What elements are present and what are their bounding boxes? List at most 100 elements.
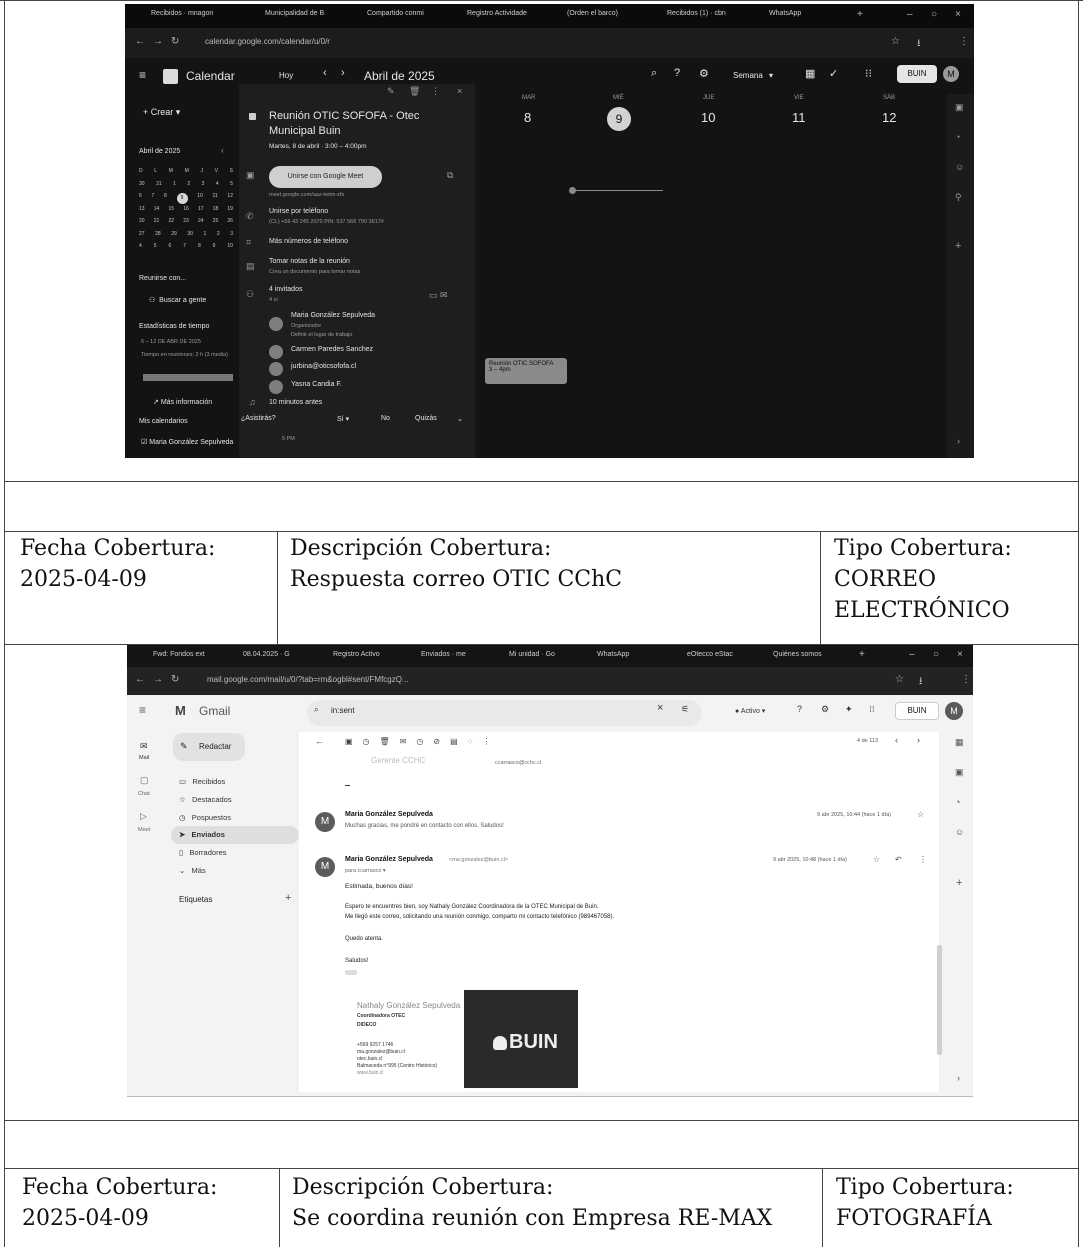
- maps-pin-icon[interactable]: ⚲: [955, 192, 962, 203]
- help-icon[interactable]: ?: [674, 67, 680, 79]
- edit-icon[interactable]: ✎: [387, 86, 395, 97]
- mini-day[interactable]: 6: [168, 243, 171, 256]
- join-meet-button[interactable]: Unirse con Google Meet: [269, 166, 382, 188]
- add-label-icon[interactable]: +: [285, 892, 291, 904]
- rsvp-no-button[interactable]: No: [381, 415, 390, 422]
- nav-item-starred[interactable]: ☆ Destacados: [179, 795, 232, 804]
- signature-email[interactable]: ma.gonzalez@buin.cl: [357, 1049, 405, 1055]
- event-chip[interactable]: Reunión OTIC SOFOFA 3 – 4pm: [485, 358, 567, 384]
- mini-day[interactable]: 30: [139, 181, 145, 194]
- mini-day[interactable]: 4: [216, 181, 219, 194]
- mini-day[interactable]: 26: [227, 218, 233, 231]
- today-button[interactable]: Hoy: [279, 71, 293, 80]
- keep-icon[interactable]: ▣: [955, 102, 964, 113]
- my-calendar-item[interactable]: ☑ Maria González Sepulveda: [141, 438, 233, 446]
- chat-rail-icon[interactable]: ▢: [140, 775, 149, 786]
- browser-tab[interactable]: Quiénes somos: [773, 651, 822, 658]
- help-icon[interactable]: ?: [797, 704, 802, 714]
- browser-tab[interactable]: eOtecco eStac: [687, 651, 733, 658]
- mail-rail-icon[interactable]: ✉: [140, 741, 148, 752]
- show-trimmed-button[interactable]: [345, 970, 357, 975]
- browser-tab[interactable]: Recibidos · mnagon: [151, 10, 213, 17]
- mini-day[interactable]: 14: [154, 206, 160, 219]
- search-options-icon[interactable]: ⚟: [681, 704, 689, 715]
- browser-tab[interactable]: (Orden el barco): [567, 10, 618, 17]
- calendar-addon-icon[interactable]: ▦: [955, 737, 964, 748]
- mini-day[interactable]: 19: [227, 206, 233, 219]
- notes-title[interactable]: Tomar notas de la reunión: [269, 258, 350, 265]
- meet-link[interactable]: meet.google.com/aaz-ketm-xfs: [269, 192, 344, 198]
- browser-tab[interactable]: Registro Activo: [333, 651, 380, 658]
- mini-day[interactable]: 17: [198, 206, 204, 219]
- maximize-icon[interactable]: ○: [933, 649, 939, 660]
- apps-grid-icon[interactable]: ⁝⁝: [869, 704, 875, 715]
- more-info-link[interactable]: ↗ Más información: [153, 398, 212, 406]
- rsvp-maybe-button[interactable]: Quizás: [415, 415, 437, 422]
- browser-tab[interactable]: WhatsApp: [597, 651, 629, 658]
- copy-icon[interactable]: ⧉: [447, 170, 453, 181]
- mini-day[interactable]: 7: [183, 243, 186, 256]
- create-button[interactable]: + Crear ▾: [143, 107, 180, 118]
- minimize-icon[interactable]: –: [909, 649, 915, 660]
- rsvp-yes-button[interactable]: Sí ▾: [337, 415, 349, 423]
- back-to-list-icon[interactable]: ←: [315, 736, 324, 746]
- mini-day[interactable]: 13: [139, 206, 145, 219]
- mini-day[interactable]: 8: [198, 243, 201, 256]
- mini-day[interactable]: 18: [213, 206, 219, 219]
- signature-site[interactable]: otec.buin.cl: [357, 1056, 382, 1062]
- back-arrow-icon[interactable]: ←: [135, 674, 145, 685]
- tasks-icon[interactable]: ◔: [955, 132, 960, 142]
- mini-day[interactable]: 31: [156, 181, 162, 194]
- nav-item-drafts[interactable]: ▯ Borradores: [179, 848, 227, 857]
- calendar-view-icon[interactable]: ▦: [805, 67, 815, 80]
- contacts-addon-icon[interactable]: ☺: [955, 827, 964, 837]
- close-window-icon[interactable]: ×: [955, 9, 961, 20]
- email-guests-icon[interactable]: ▭ ✉: [429, 290, 448, 301]
- forward-arrow-icon[interactable]: →: [153, 36, 163, 47]
- nav-item-inbox[interactable]: ▭ Recibidos: [179, 777, 225, 786]
- mini-day[interactable]: 12: [227, 193, 233, 206]
- browser-tab[interactable]: 08.04.2025 · G: [243, 651, 290, 658]
- mini-day[interactable]: 29: [171, 231, 177, 244]
- day-number[interactable]: 8: [524, 110, 531, 125]
- toolbar-actions-icon[interactable]: ▣◷🗑✉◷⊘▤◌⋮: [345, 737, 500, 746]
- bookmark-star-icon[interactable]: ☆: [895, 674, 904, 685]
- mini-day[interactable]: 11: [213, 193, 218, 206]
- mini-day[interactable]: 23: [183, 218, 189, 231]
- mini-day-selected[interactable]: 9: [176, 193, 188, 204]
- mini-day[interactable]: 5: [154, 243, 157, 256]
- mini-day[interactable]: 7: [152, 193, 155, 206]
- more-vert-icon[interactable]: ⋮: [431, 86, 440, 97]
- more-vert-icon[interactable]: ⋮: [919, 855, 927, 864]
- mini-day[interactable]: 8: [164, 193, 167, 206]
- mini-day[interactable]: 1: [173, 181, 176, 194]
- url-field[interactable]: mail.google.com/mail/u/0/?tab=rm&ogbl#se…: [207, 675, 409, 684]
- search-people-input[interactable]: ⚇ Buscar a gente: [149, 296, 206, 304]
- contacts-icon[interactable]: ☺: [955, 162, 964, 172]
- avatar[interactable]: M: [945, 702, 963, 720]
- message-snippet[interactable]: Muchas gracias, me pondré en contacto co…: [345, 823, 504, 829]
- more-vert-icon[interactable]: ⋮: [959, 36, 969, 47]
- new-tab-icon[interactable]: +: [857, 9, 863, 20]
- tasks-check-icon[interactable]: ✓: [829, 67, 838, 80]
- reload-icon[interactable]: ↻: [171, 674, 179, 685]
- apps-grid-icon[interactable]: ⁝⁝: [865, 67, 872, 80]
- day-number[interactable]: 12: [882, 110, 896, 125]
- rsvp-chevron-icon[interactable]: ⌄: [457, 415, 463, 423]
- clear-search-icon[interactable]: ×: [657, 702, 663, 714]
- more-vert-icon[interactable]: ⋮: [961, 674, 971, 685]
- mini-day[interactable]: 9: [213, 243, 216, 256]
- close-popup-icon[interactable]: ×: [457, 86, 462, 96]
- day-number[interactable]: 10: [701, 110, 715, 125]
- search-icon[interactable]: ⌕: [314, 704, 319, 715]
- main-menu-icon[interactable]: ≡: [139, 68, 146, 82]
- nav-item-sent[interactable]: ➤ Enviados: [179, 830, 225, 839]
- browser-tab[interactable]: Mi unidad · Go: [509, 651, 555, 658]
- download-icon[interactable]: ⭳: [917, 36, 921, 53]
- mini-day[interactable]: 5: [230, 181, 233, 194]
- signature-web[interactable]: www.buin.cl: [357, 1070, 383, 1076]
- mini-day[interactable]: 10: [197, 193, 203, 206]
- download-icon[interactable]: ⭳: [919, 674, 923, 691]
- mini-day[interactable]: 20: [139, 218, 145, 231]
- keep-addon-icon[interactable]: ▣: [955, 767, 964, 778]
